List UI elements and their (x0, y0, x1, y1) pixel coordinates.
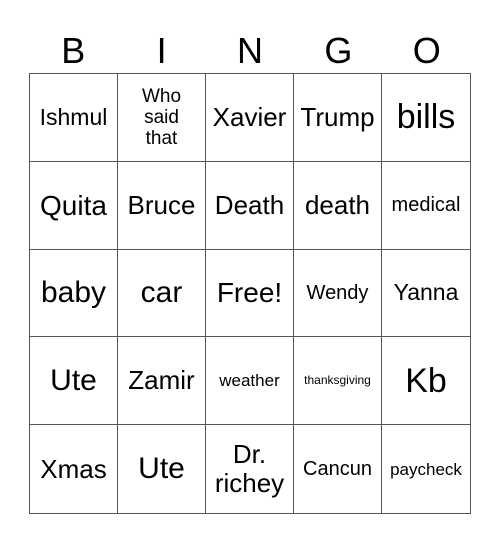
cell-text: Xmas (40, 453, 107, 484)
cell-text: Free! (216, 277, 283, 309)
bingo-cell[interactable]: paycheck (382, 425, 470, 513)
cell-text: Death (214, 189, 285, 220)
bingo-cell[interactable]: weather (206, 337, 294, 426)
bingo-header: B I N G O (29, 28, 471, 73)
bingo-cell[interactable]: bills (382, 74, 470, 162)
bingo-cell[interactable]: Quita (30, 161, 118, 250)
bingo-cell[interactable]: baby (30, 249, 118, 338)
bingo-cell[interactable]: Xavier (206, 74, 294, 162)
bingo-cell[interactable]: Xmas (30, 425, 118, 513)
bingo-cell[interactable]: Ute (118, 425, 206, 513)
header-letter-g: G (324, 30, 353, 71)
cell-text: car (140, 276, 183, 310)
bingo-cell[interactable]: Kb (382, 337, 470, 426)
cell-text: Zamir (128, 365, 195, 396)
bingo-cell[interactable]: medical (382, 162, 470, 250)
bingo-cell[interactable]: Who said that (118, 74, 206, 162)
cell-text: weather (219, 371, 280, 391)
cell-text: Bruce (127, 189, 196, 220)
cell-text: Trump (300, 101, 375, 132)
cell-text: Cancun (303, 457, 372, 480)
bingo-cell[interactable]: thanksgiving (294, 337, 382, 426)
header-letter-b: B (61, 30, 86, 71)
bingo-cell[interactable]: Dr. richey (206, 425, 294, 513)
bingo-cell[interactable]: Zamir (118, 337, 206, 426)
bingo-cell[interactable]: Bruce (118, 161, 206, 250)
cell-text: Xavier (212, 101, 287, 132)
bingo-cell[interactable]: Cancun (294, 425, 382, 513)
header-letter-n: N (236, 30, 263, 71)
cell-text: Wendy (306, 281, 369, 304)
cell-text: Who said that (141, 85, 182, 150)
bingo-cell[interactable]: Yanna (382, 250, 470, 338)
bingo-cell[interactable]: car (118, 249, 206, 338)
header-letter-i: I (156, 30, 167, 71)
cell-text: death (304, 189, 371, 220)
cell-text: medical (391, 194, 461, 216)
cell-text: bills (396, 98, 456, 137)
cell-text: Kb (405, 361, 447, 400)
cell-text: Ute (138, 452, 185, 486)
bingo-cell[interactable]: death (294, 161, 382, 250)
cell-text: Quita (40, 189, 107, 221)
cell-text: thanksgiving (304, 373, 371, 388)
free-space-cell[interactable]: Free! (206, 249, 294, 338)
cell-text: paycheck (390, 459, 462, 479)
bingo-grid: Ishmul Who said that Xavier Trump bills … (29, 73, 471, 514)
cell-text: Dr. richey (214, 438, 285, 499)
cell-text: Ishmul (39, 103, 108, 130)
bingo-cell[interactable]: Wendy (294, 249, 382, 338)
bingo-cell[interactable]: Death (206, 161, 294, 250)
bingo-cell[interactable]: Ute (30, 337, 118, 426)
header-letter-o: O (412, 30, 441, 71)
bingo-cell[interactable]: Trump (294, 74, 382, 162)
cell-text: Yanna (393, 279, 459, 306)
bingo-cell[interactable]: Ishmul (30, 74, 118, 162)
cell-text: baby (40, 276, 107, 310)
cell-text: Ute (50, 363, 97, 397)
